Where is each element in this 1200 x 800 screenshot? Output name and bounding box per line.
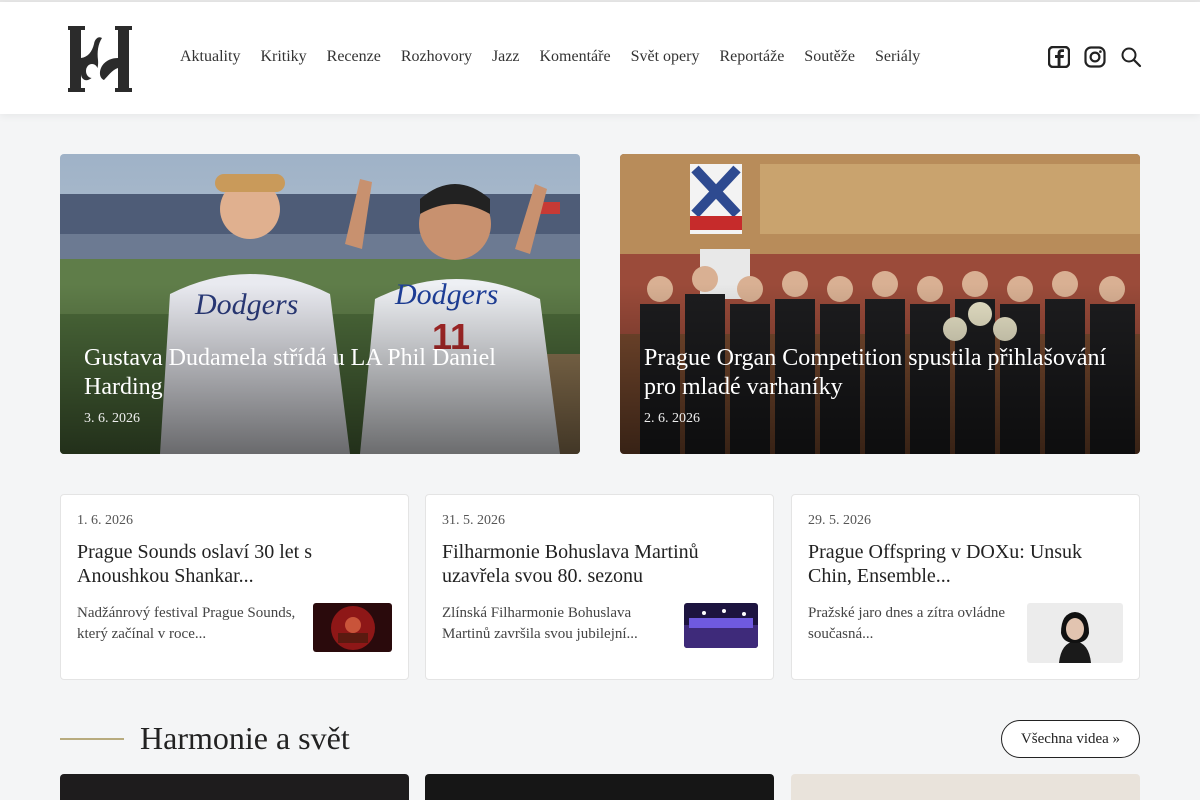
article-date: 29. 5. 2026: [808, 513, 871, 528]
nav-item-aktuality[interactable]: Aktuality: [180, 48, 240, 66]
nav-item-serialy[interactable]: Seriály: [875, 48, 920, 66]
article-title[interactable]: Prague Offspring v DOXu: Unsuk Chin, Ens…: [808, 540, 1098, 588]
article-excerpt: Zlínská Filharmonie Bohuslava Martinů za…: [442, 605, 638, 642]
site-header: Aktuality Kritiky Recenze Rozhovory Jazz…: [0, 2, 1200, 114]
nav-item-jazz[interactable]: Jazz: [492, 48, 520, 66]
section-accent-line: [60, 738, 124, 740]
article-excerpt: Pražské jaro dnes a zítra ovládne součas…: [808, 605, 1005, 642]
nav-item-rozhovory[interactable]: Rozhovory: [401, 48, 472, 66]
instagram-icon[interactable]: [1084, 46, 1106, 68]
nav-item-komentare[interactable]: Komentáře: [539, 48, 610, 66]
facebook-icon[interactable]: [1048, 46, 1070, 68]
hero-date: 2. 6. 2026: [644, 411, 700, 426]
hero-title[interactable]: Prague Organ Competition spustila přihla…: [644, 344, 1116, 402]
article-card-1[interactable]: 1. 6. 2026 Prague Sounds oslaví 30 let s…: [60, 494, 409, 680]
hero-title[interactable]: Gustava Dudamela střídá u LA Phil Daniel…: [84, 344, 556, 402]
video-thumbnail-3[interactable]: [791, 774, 1140, 800]
header-icons: [1048, 46, 1142, 68]
nav-item-souteze[interactable]: Soutěže: [804, 48, 855, 66]
video-thumbnail-1[interactable]: [60, 774, 409, 800]
hero-date: 3. 6. 2026: [84, 411, 140, 426]
article-thumbnail[interactable]: [313, 603, 392, 652]
article-thumbnail[interactable]: [684, 603, 758, 648]
all-videos-button[interactable]: Všechna videa »: [1001, 720, 1140, 758]
nav-item-recenze[interactable]: Recenze: [327, 48, 381, 66]
article-title[interactable]: Prague Sounds oslaví 30 let s Anoushkou …: [77, 540, 367, 588]
article-excerpt: Nadžánrový festival Prague Sounds, který…: [77, 605, 296, 642]
nav-item-reportaze[interactable]: Reportáže: [719, 48, 784, 66]
nav-item-svet-opery[interactable]: Svět opery: [631, 48, 700, 66]
section-title: Harmonie a svět: [140, 720, 350, 756]
article-date: 31. 5. 2026: [442, 513, 505, 528]
article-date: 1. 6. 2026: [77, 513, 133, 528]
article-title[interactable]: Filharmonie Bohuslava Martinů uzavřela s…: [442, 540, 732, 588]
hero-article-1[interactable]: Dodgers Dodgers 11 Gustava Dudamela stří…: [60, 154, 580, 454]
search-icon[interactable]: [1120, 46, 1142, 68]
main-nav: Aktuality Kritiky Recenze Rozhovory Jazz…: [180, 48, 940, 66]
article-card-3[interactable]: 29. 5. 2026 Prague Offspring v DOXu: Uns…: [791, 494, 1140, 680]
nav-item-kritiky[interactable]: Kritiky: [260, 48, 306, 66]
video-thumbnail-2[interactable]: [425, 774, 774, 800]
article-card-2[interactable]: 31. 5. 2026 Filharmonie Bohuslava Martin…: [425, 494, 774, 680]
article-thumbnail[interactable]: [1027, 603, 1123, 663]
hero-article-2[interactable]: Prague Organ Competition spustila přihla…: [620, 154, 1140, 454]
harmonie-logo[interactable]: [68, 24, 132, 94]
